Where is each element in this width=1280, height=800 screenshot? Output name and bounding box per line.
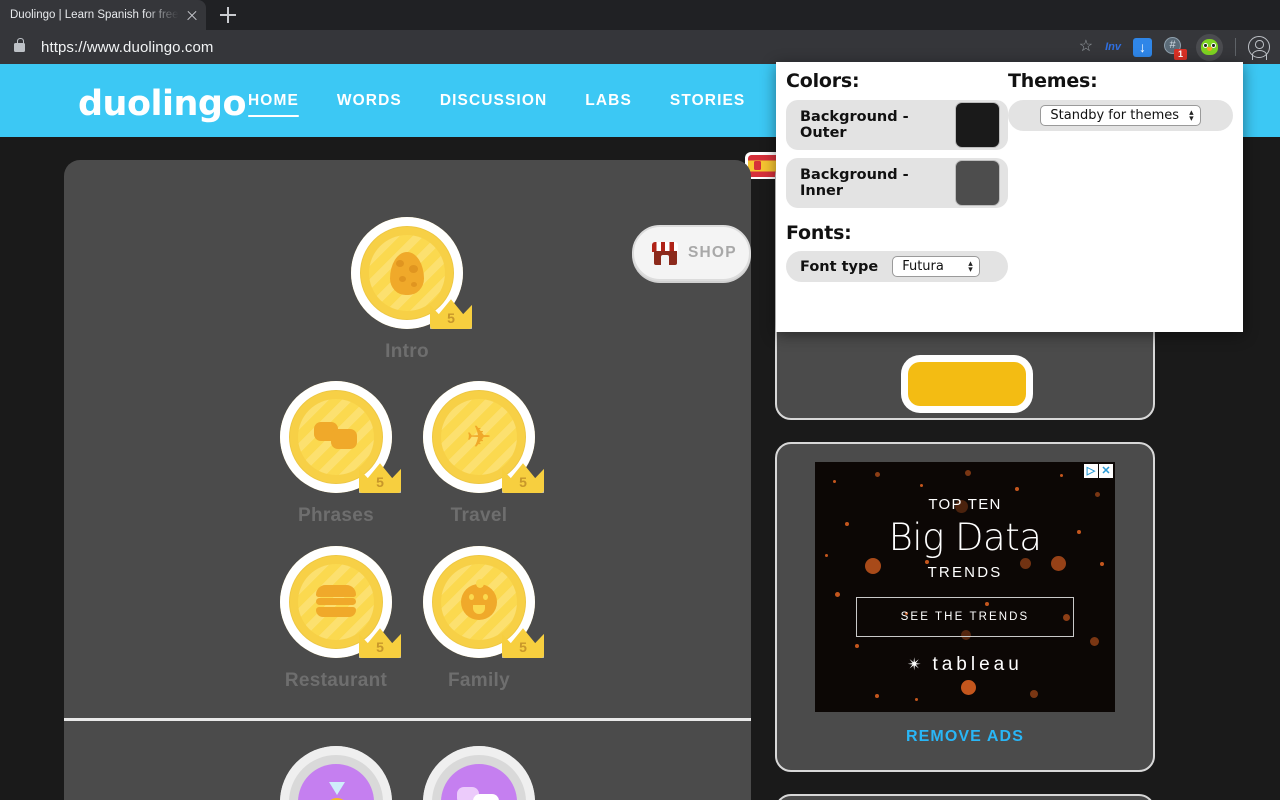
globe-extension-icon[interactable]: 1 bbox=[1164, 37, 1187, 60]
ad-info-icon[interactable]: ▷ bbox=[1084, 464, 1098, 478]
color-row-label: Background - Outer bbox=[800, 109, 909, 141]
skill-tree: SHOP 5 Intro 5 Phrases ✈ 5 Travel 5 Rest… bbox=[64, 160, 751, 800]
omnibox-actions: ☆ Inv 1 bbox=[1079, 33, 1280, 61]
browser-tab[interactable]: Duolingo | Learn Spanish for free bbox=[0, 0, 206, 30]
skill-family[interactable]: 5 Family bbox=[423, 546, 544, 692]
airplane-icon: ✈ bbox=[466, 420, 492, 454]
ad-eyebrow: TOP TEN bbox=[928, 496, 1002, 513]
lock-icon bbox=[14, 37, 25, 52]
skill-restaurant[interactable]: 5 Restaurant bbox=[280, 546, 401, 692]
font-type-row: Font type Futura ▴ ▾ bbox=[786, 251, 1008, 282]
chevron-updown-icon: ▴ ▾ bbox=[1189, 107, 1194, 124]
ad-subhead: TRENDS bbox=[927, 564, 1003, 581]
screen: Duolingo | Learn Spanish for free https:… bbox=[0, 0, 1280, 800]
popup-themes-column: Themes: Standby for themes ▴ ▾ bbox=[1008, 70, 1233, 131]
ad-cta-button[interactable]: SEE THE TRENDS bbox=[856, 597, 1074, 637]
skill-label: Travel bbox=[450, 505, 508, 526]
nav-item-discussion[interactable]: DISCUSSION bbox=[440, 92, 547, 117]
baby-face-icon bbox=[461, 579, 497, 620]
shop-button-label: SHOP bbox=[688, 244, 737, 261]
chevron-updown-icon: ▴ ▾ bbox=[968, 258, 973, 275]
remove-ads-link[interactable]: REMOVE ADS bbox=[795, 728, 1135, 746]
color-swatch-outer[interactable] bbox=[955, 102, 1000, 148]
ad-controls[interactable]: ▷ ✕ bbox=[1084, 464, 1113, 478]
skill-label: Intro bbox=[385, 341, 429, 362]
tableau-logo-icon: ✴ bbox=[907, 655, 926, 674]
inv-extension-icon[interactable]: Inv bbox=[1105, 41, 1121, 53]
shop-icon bbox=[652, 241, 678, 265]
speech-bubbles-icon bbox=[314, 420, 358, 454]
crown-badge: 5 bbox=[359, 462, 401, 493]
skill-intro[interactable]: 5 Intro bbox=[351, 217, 472, 363]
color-swatch-inner[interactable] bbox=[954, 160, 1000, 206]
theme-select[interactable]: Standby for themes ▴ ▾ bbox=[1040, 105, 1201, 126]
speech-bubbles-icon bbox=[457, 785, 501, 800]
bookmark-star-icon[interactable]: ☆ bbox=[1079, 39, 1093, 55]
colors-heading: Colors: bbox=[786, 70, 860, 92]
color-row-background-inner[interactable]: Background - Inner bbox=[786, 158, 1008, 208]
egg-icon bbox=[390, 251, 424, 295]
skill-label: Restaurant bbox=[284, 670, 388, 691]
daily-goal-card: Daily Goal EDIT GOAL bbox=[775, 794, 1155, 800]
main-nav: HOME WORDS DISCUSSION LABS STORIES bbox=[248, 92, 745, 117]
ad-headline: Big Data bbox=[888, 516, 1042, 559]
skill-phrases[interactable]: 5 Phrases bbox=[280, 381, 401, 527]
skill-locked-ring[interactable] bbox=[280, 746, 392, 800]
font-type-label: Font type bbox=[800, 258, 879, 275]
profile-avatar-icon[interactable] bbox=[1248, 36, 1270, 60]
ad-brand: ✴ tableau bbox=[815, 654, 1115, 676]
close-icon[interactable] bbox=[184, 7, 200, 23]
fonts-heading: Fonts: bbox=[786, 222, 852, 244]
tab-title: Duolingo | Learn Spanish for free bbox=[10, 9, 179, 21]
divider bbox=[1235, 38, 1236, 56]
duolingo-extension-icon[interactable] bbox=[1196, 33, 1223, 61]
tree-section-divider bbox=[64, 718, 751, 721]
theme-select-value: Standby for themes bbox=[1050, 108, 1180, 123]
practice-button[interactable] bbox=[908, 362, 1026, 406]
skill-travel[interactable]: ✈ 5 Travel bbox=[423, 381, 544, 527]
duolingo-logo[interactable]: duolingo bbox=[78, 84, 247, 124]
crown-badge: 5 bbox=[502, 627, 544, 658]
themes-heading: Themes: bbox=[1008, 70, 1098, 92]
popup-colors-column: Colors: Background - Outer Background - … bbox=[786, 70, 1008, 282]
font-type-value: Futura bbox=[902, 259, 944, 274]
font-type-select[interactable]: Futura ▴ ▾ bbox=[892, 256, 980, 277]
nav-item-home[interactable]: HOME bbox=[248, 92, 299, 117]
theme-row: Standby for themes ▴ ▾ bbox=[1008, 100, 1233, 131]
advertisement-card: ▷ ✕ TOP TEN Big Data TRENDS SEE THE TREN… bbox=[775, 442, 1155, 772]
burger-icon bbox=[316, 585, 356, 619]
color-row-background-outer[interactable]: Background - Outer bbox=[786, 100, 1008, 150]
download-extension-icon[interactable] bbox=[1133, 37, 1152, 57]
extension-badge-count: 1 bbox=[1174, 49, 1187, 60]
color-row-label: Background - Inner bbox=[800, 167, 909, 199]
nav-item-labs[interactable]: LABS bbox=[585, 92, 632, 117]
crown-badge: 5 bbox=[430, 298, 472, 329]
skill-label: Family bbox=[448, 670, 510, 691]
nav-item-stories[interactable]: STORIES bbox=[670, 92, 745, 117]
nav-item-words[interactable]: WORDS bbox=[337, 92, 402, 117]
new-tab-button[interactable] bbox=[214, 3, 242, 27]
ad-close-icon[interactable]: ✕ bbox=[1099, 464, 1113, 478]
tableau-ad[interactable]: ▷ ✕ TOP TEN Big Data TRENDS SEE THE TREN… bbox=[815, 462, 1115, 712]
ad-brand-name: tableau bbox=[932, 654, 1023, 675]
browser-omnibox-bar: https://www.duolingo.com ☆ Inv 1 bbox=[0, 30, 1280, 64]
crown-badge: 5 bbox=[359, 627, 401, 658]
address-bar-url[interactable]: https://www.duolingo.com bbox=[41, 39, 213, 56]
skill-locked-phrases[interactable] bbox=[423, 746, 535, 800]
ring-icon bbox=[317, 782, 355, 800]
crown-badge: 5 bbox=[502, 462, 544, 493]
shop-button[interactable]: SHOP bbox=[632, 225, 751, 281]
skill-label: Phrases bbox=[297, 505, 375, 526]
browser-tab-strip: Duolingo | Learn Spanish for free bbox=[0, 0, 1280, 30]
